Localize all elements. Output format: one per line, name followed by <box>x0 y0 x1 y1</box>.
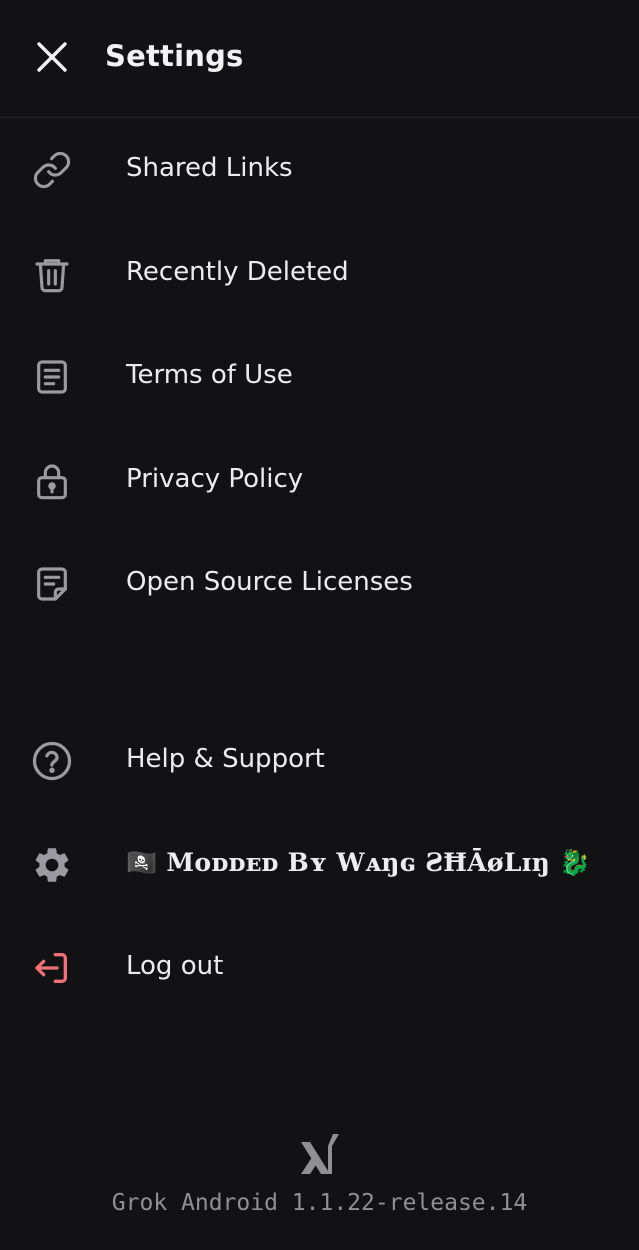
app-version: Grok Android 1.1.22-release.14 <box>111 1190 528 1216</box>
menu-item-modded-by[interactable]: 🏴‍☠️ Mᴏᴅᴅᴇᴅ Bʏ Wᴀŋɢ ƧĦĀøLɪŋ 🐉 <box>0 820 639 910</box>
close-icon <box>35 40 69 78</box>
menu-item-open-source-licenses[interactable]: Open Source Licenses <box>0 539 639 629</box>
menu-item-label: Shared Links <box>126 153 293 183</box>
trash-icon <box>28 250 76 298</box>
menu-item-recently-deleted[interactable]: Recently Deleted <box>0 229 639 319</box>
gear-icon <box>28 841 76 889</box>
page-title: Settings <box>105 39 244 73</box>
document-icon <box>28 353 76 401</box>
menu-item-terms-of-use[interactable]: Terms of Use <box>0 332 639 422</box>
link-icon <box>28 146 76 194</box>
xai-logo <box>295 1130 345 1176</box>
menu-item-privacy-policy[interactable]: Privacy Policy <box>0 436 639 526</box>
header: Settings <box>0 0 639 118</box>
menu-item-label: Terms of Use <box>126 360 293 390</box>
menu-item-help-support[interactable]: Help & Support <box>0 716 639 806</box>
logout-icon <box>28 944 76 992</box>
license-document-icon <box>28 560 76 608</box>
menu-item-label: Recently Deleted <box>126 257 349 287</box>
menu-item-log-out[interactable]: Log out <box>0 923 639 1013</box>
lock-icon <box>28 457 76 505</box>
menu-item-label: Help & Support <box>126 744 325 774</box>
menu-item-label: 🏴‍☠️ Mᴏᴅᴅᴇᴅ Bʏ Wᴀŋɢ ƧĦĀøLɪŋ 🐉 <box>126 848 591 877</box>
menu-item-shared-links[interactable]: Shared Links <box>0 125 639 215</box>
close-button[interactable] <box>22 29 82 89</box>
menu-item-label: Log out <box>126 951 224 981</box>
menu-item-label: Open Source Licenses <box>126 567 413 597</box>
menu-item-label: Privacy Policy <box>126 464 304 494</box>
help-circle-icon <box>28 737 76 785</box>
